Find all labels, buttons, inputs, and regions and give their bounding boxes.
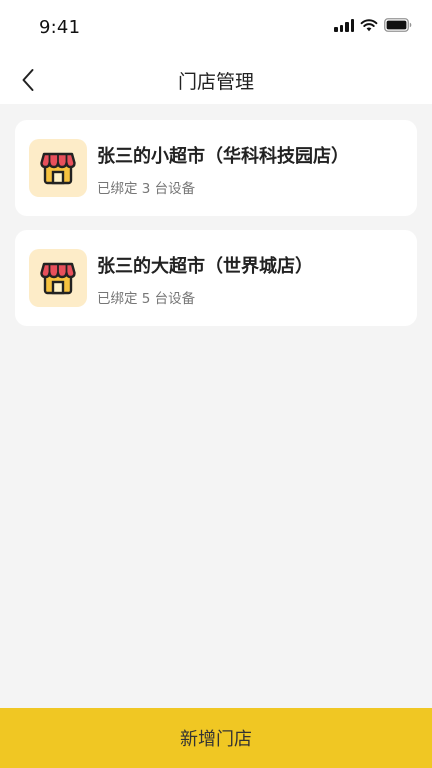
add-store-button[interactable]: 新增门店 (0, 708, 432, 768)
battery-icon (384, 18, 412, 32)
store-name: 张三的大超市（世界城店） (97, 256, 313, 277)
store-card[interactable]: 张三的大超市（世界城店） 已绑定 5 台设备 (15, 230, 417, 326)
page-title: 门店管理 (177, 71, 254, 93)
storefront-icon (40, 262, 76, 295)
store-name: 张三的小超市（华科科技园店） (97, 146, 349, 167)
store-management-screen: 9:41 门店管理 张三的小超市（华科科技园店） 已绑定 3 台设备 张三的大超… (0, 0, 432, 768)
store-device-count: 已绑定 3 台设备 (97, 181, 196, 197)
status-time: 9:41 (39, 17, 81, 38)
store-icon-container (29, 249, 87, 307)
signal-icon (334, 18, 354, 32)
status-icons (334, 18, 412, 32)
store-device-count: 已绑定 5 台设备 (97, 291, 196, 307)
store-list: 张三的小超市（华科科技园店） 已绑定 3 台设备 张三的大超市（世界城店） 已绑… (15, 120, 417, 340)
wifi-icon (360, 19, 378, 32)
store-card[interactable]: 张三的小超市（华科科技园店） 已绑定 3 台设备 (15, 120, 417, 216)
store-icon-container (29, 139, 87, 197)
nav-bar: 门店管理 (0, 56, 432, 104)
storefront-icon (40, 152, 76, 185)
status-bar: 9:41 (0, 0, 432, 56)
